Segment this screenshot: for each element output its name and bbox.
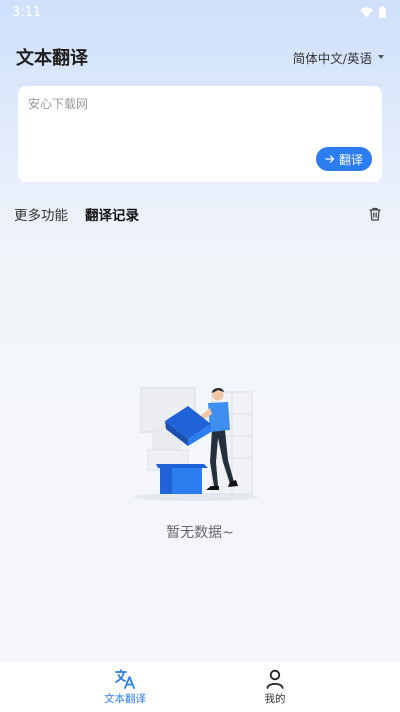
trash-icon[interactable] bbox=[366, 205, 384, 223]
header: 文本翻译 简体中文/英语 bbox=[16, 44, 384, 70]
status-icons bbox=[360, 6, 386, 18]
translate-icon bbox=[115, 668, 135, 689]
nav-item-text-translate[interactable]: 文本翻译 bbox=[0, 662, 200, 712]
source-text-input[interactable] bbox=[28, 96, 368, 110]
arrow-right-icon bbox=[325, 155, 335, 163]
nav-label-mine: 我的 bbox=[264, 692, 286, 705]
battery-icon bbox=[379, 6, 386, 18]
language-pair-label: 简体中文/英语 bbox=[292, 50, 372, 66]
nav-item-mine[interactable]: 我的 bbox=[200, 662, 400, 712]
translate-button-label: 翻译 bbox=[338, 152, 363, 167]
translate-button[interactable]: 翻译 bbox=[316, 147, 372, 171]
tab-more-features[interactable]: 更多功能 bbox=[14, 204, 68, 224]
tabs-row: 更多功能 翻译记录 bbox=[14, 203, 384, 225]
empty-state-illustration bbox=[134, 387, 258, 501]
language-selector[interactable]: 简体中文/英语 bbox=[293, 48, 384, 67]
status-time: 3:11 bbox=[12, 4, 42, 20]
translation-input-card: 翻译 bbox=[18, 86, 382, 182]
nav-label-text-translate: 文本翻译 bbox=[104, 692, 146, 705]
person-icon bbox=[266, 669, 284, 689]
caret-down-icon bbox=[378, 55, 384, 59]
wifi-icon bbox=[360, 6, 373, 17]
page-title: 文本翻译 bbox=[16, 48, 88, 69]
empty-state-message: 暂无数据~ bbox=[166, 525, 234, 541]
tab-translation-history[interactable]: 翻译记录 bbox=[85, 204, 139, 224]
bottom-nav: 文本翻译 我的 bbox=[0, 662, 400, 712]
status-bar: 3:11 bbox=[0, 0, 400, 24]
